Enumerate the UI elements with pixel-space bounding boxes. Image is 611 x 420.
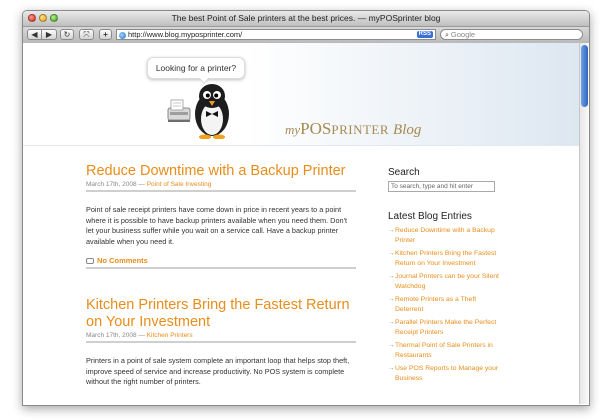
main-column: Reduce Downtime with a Backup Printer Ma…: [86, 163, 356, 388]
search-placeholder: Google: [450, 30, 476, 39]
blog-header: Looking for a printer? myPOSPRINTER Blog: [23, 43, 579, 146]
divider: [86, 267, 356, 269]
entry-link[interactable]: Parallel Printers Make the Perfect Recei…: [388, 318, 503, 338]
post-body: Point of sale receipt printers have come…: [86, 205, 347, 246]
sidebar: Search To search, type and hit enter Lat…: [388, 167, 503, 387]
post-category-link[interactable]: Point of Sale Investing: [147, 181, 212, 188]
post-meta: March 17th, 2008 — Point of Sale Investi…: [86, 181, 356, 188]
divider: [86, 190, 356, 192]
post-category-link[interactable]: Kitchen Printers: [147, 332, 193, 339]
plus-icon: +: [103, 30, 108, 39]
entry-link[interactable]: Journal Printers can be your Silent Watc…: [388, 272, 503, 292]
comments-link[interactable]: No Comments: [86, 256, 356, 265]
blog-search-input[interactable]: To search, type and hit enter: [388, 181, 495, 192]
forward-arrow-icon: ▶: [45, 30, 53, 39]
entry-link[interactable]: Use POS Reports to Manage your Business: [388, 364, 503, 384]
post-date: March 17th, 2008 —: [86, 181, 145, 188]
add-bookmark-button[interactable]: +: [99, 29, 112, 40]
browser-toolbar: ◀ ▶ ↻ ⤧ + http://www.blog.myposprinter.c…: [23, 27, 589, 44]
page-content: Looking for a printer? myPOSPRINTER Blog…: [23, 43, 579, 404]
post-title-link[interactable]: Reduce Downtime with a Backup Printer: [86, 163, 356, 180]
back-button[interactable]: ◀: [27, 29, 42, 40]
divider: [86, 341, 356, 343]
search-field[interactable]: ⌕ Google: [440, 29, 583, 40]
vertical-scrollbar[interactable]: [579, 43, 589, 404]
logo-pos: POS: [300, 119, 332, 138]
title-bar[interactable]: The best Point of Sale printers at the b…: [23, 11, 589, 27]
penguin-mascot-icon: [195, 84, 229, 139]
viewport: Looking for a printer? myPOSPRINTER Blog…: [23, 43, 589, 404]
window-title: The best Point of Sale printers at the b…: [171, 13, 441, 23]
post: Reduce Downtime with a Backup Printer Ma…: [86, 163, 356, 269]
latest-entries-heading: Latest Blog Entries: [388, 211, 472, 222]
entry-link[interactable]: Reduce Downtime with a Backup Printer: [388, 226, 503, 246]
post-body: Printers in a point of sale system compl…: [86, 356, 350, 386]
entry-link[interactable]: Kitchen Printers Bring the Fastest Retur…: [388, 249, 503, 269]
rss-button[interactable]: RSS: [416, 31, 433, 38]
logo-my: my: [285, 122, 301, 137]
globe-icon: [119, 31, 126, 39]
reload-button[interactable]: ↻: [60, 29, 74, 40]
reload-icon: ↻: [63, 30, 71, 39]
search-heading: Search: [388, 167, 420, 178]
snapback-button[interactable]: ⤧: [79, 29, 94, 40]
blog-logo[interactable]: myPOSPRINTER Blog: [285, 119, 421, 139]
post: Kitchen Printers Bring the Fastest Retur…: [86, 297, 356, 388]
comment-bubble-icon: [86, 257, 94, 264]
forward-button[interactable]: ▶: [42, 29, 57, 40]
address-bar[interactable]: http://www.blog.myposprinter.com/ RSS: [116, 29, 436, 40]
back-arrow-icon: ◀: [31, 30, 38, 39]
post-title-link[interactable]: Kitchen Printers Bring the Fastest Retur…: [86, 297, 356, 331]
url-text: http://www.blog.myposprinter.com/: [128, 30, 243, 39]
snapback-icon: ⤧: [83, 30, 90, 39]
speech-bubble: Looking for a printer?: [147, 57, 245, 79]
comments-label: No Comments: [97, 256, 148, 265]
post-meta: March 17th, 2008 — Kitchen Printers: [86, 332, 356, 339]
entry-link[interactable]: Thermal Point of Sale Printers in Restau…: [388, 341, 503, 361]
scrollbar-thumb[interactable]: [581, 45, 588, 107]
search-icon: ⌕: [445, 32, 449, 39]
logo-blog: Blog: [393, 122, 422, 138]
entry-link[interactable]: Remote Printers as a Theft Deterrent: [388, 295, 503, 315]
post-date: March 17th, 2008 —: [86, 332, 145, 339]
logo-printer: PRINTER: [331, 122, 390, 137]
latest-entries-list: Reduce Downtime with a Backup Printer Ki…: [388, 226, 503, 384]
